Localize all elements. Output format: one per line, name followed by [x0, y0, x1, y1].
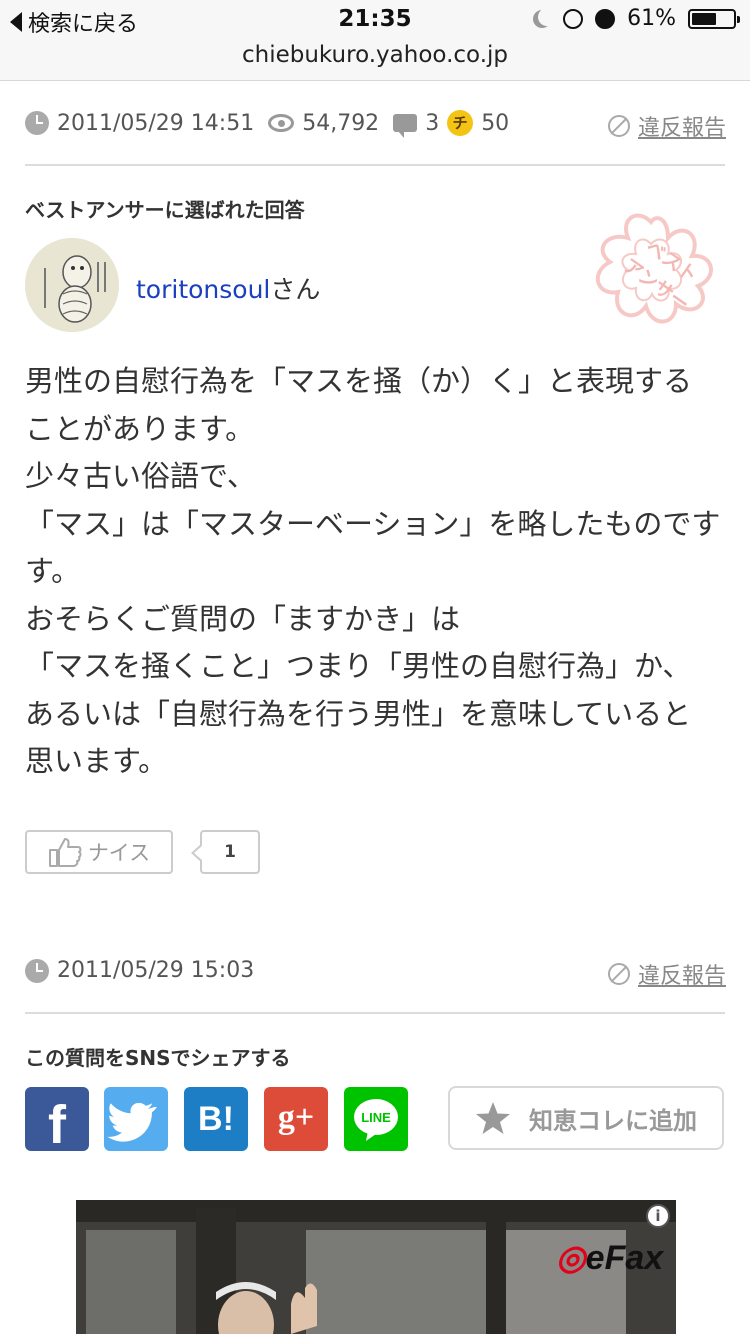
- divider: [25, 1012, 725, 1014]
- thumbs-up-icon: [48, 838, 82, 867]
- answer-line: 男性の自慰行為を「マスを掻（か）く」と表現する: [25, 364, 693, 398]
- chie-coin-icon: チ: [447, 110, 474, 136]
- google-plus-icon: g+: [277, 1099, 315, 1136]
- hatena-bookmark-share-button[interactable]: B!: [184, 1087, 248, 1151]
- sakura-stamp-icon: ベスト アンサー: [595, 213, 713, 324]
- alarm-icon: [595, 8, 616, 29]
- answer-count: 3: [425, 110, 440, 136]
- facebook-icon: f: [48, 1095, 66, 1155]
- ban-icon: [607, 963, 630, 985]
- google-plus-share-button[interactable]: g+: [264, 1087, 328, 1151]
- answer-body: 男性の自慰行為を「マスを掻（か）く」と表現する ことがあります。 少々古い俗語で…: [25, 358, 725, 786]
- avatar-image: [25, 238, 119, 332]
- ad-info-icon[interactable]: i: [646, 1204, 670, 1228]
- status-icons: 61%: [533, 6, 740, 31]
- answer-line: ことがあります。: [25, 411, 255, 446]
- avatar[interactable]: [25, 238, 119, 332]
- report-link[interactable]: 違反報告: [607, 110, 726, 142]
- share-heading: この質問をSNSでシェアする: [25, 1046, 291, 1070]
- efax-logo: ◎eFax: [556, 1238, 663, 1278]
- rotation-lock-icon: [563, 8, 584, 29]
- answer-line: あるいは「自慰行為を行う男性」を意味していると: [25, 696, 692, 731]
- ban-icon: [607, 115, 630, 137]
- report-label: 違反報告: [637, 964, 726, 989]
- coin-count: 50: [481, 110, 510, 136]
- clock-icon: [25, 958, 49, 983]
- nice-button[interactable]: ナイス: [25, 830, 173, 874]
- best-answer-stamp: ベスト アンサー: [576, 204, 726, 354]
- views-icon: [268, 114, 295, 132]
- efax-swirl-icon: ◎: [556, 1239, 586, 1277]
- answer-datetime: 2011/05/29 15:03: [57, 958, 255, 983]
- twitter-share-button[interactable]: [104, 1087, 168, 1151]
- report-label: 違反報告: [637, 116, 726, 141]
- answer-line: 思います。: [25, 744, 168, 778]
- username-link[interactable]: toritonsoul: [136, 275, 270, 304]
- line-icon: LINE: [354, 1099, 398, 1141]
- comment-icon: [393, 114, 418, 138]
- username-suffix: さん: [270, 275, 321, 304]
- clock-icon: [25, 111, 49, 135]
- line-share-button[interactable]: LINE: [344, 1087, 408, 1151]
- view-count: 54,792: [302, 110, 380, 136]
- answer-line: す。: [25, 554, 81, 588]
- divider: [25, 164, 725, 166]
- facebook-share-button[interactable]: f: [25, 1087, 89, 1155]
- answer-meta: 2011/05/29 15:03: [25, 958, 254, 983]
- do-not-disturb-icon: [538, 8, 556, 26]
- battery-percent: 61%: [627, 6, 676, 31]
- question-datetime: 2011/05/29 14:51: [57, 110, 255, 136]
- star-icon: [476, 1102, 510, 1134]
- question-meta: 2011/05/29 14:51 54,792 3 チ 50: [25, 110, 510, 138]
- answer-line: 少々古い俗語で、: [25, 459, 256, 493]
- nice-label: ナイス: [87, 841, 151, 865]
- nice-count: 1: [191, 830, 260, 874]
- line-label: LINE: [361, 1110, 391, 1125]
- address-bar-url[interactable]: chiebukuro.yahoo.co.jp: [0, 42, 750, 68]
- add-to-chiekore-button[interactable]: 知恵コレに追加: [448, 1086, 724, 1150]
- chiekore-label: 知恵コレに追加: [529, 1106, 697, 1135]
- answer-line: 「マスを掻くこと」つまり「男性の自慰行為」か、: [25, 649, 692, 683]
- best-answer-heading: ベストアンサーに選ばれた回答: [25, 198, 305, 222]
- ad-brand: eFax: [585, 1239, 664, 1277]
- battery-icon: [688, 8, 740, 29]
- hatena-icon: B!: [198, 1100, 234, 1138]
- answer-report-link[interactable]: 違反報告: [607, 958, 726, 990]
- answer-line: おそらくご質問の「ますかき」は: [25, 601, 461, 636]
- answerer-name[interactable]: toritonsoulさん: [136, 270, 320, 306]
- answer-line: 「マス」は「マスターベーション」を略したものです: [25, 506, 721, 541]
- twitter-bird-icon: [107, 1102, 157, 1142]
